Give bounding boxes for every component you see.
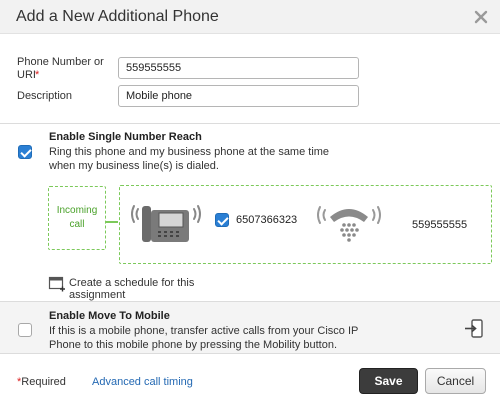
business-number: 6507366323 bbox=[236, 214, 298, 226]
single-number-reach-description-line2: when my business line(s) is dialed. bbox=[49, 160, 219, 172]
required-marker: * bbox=[35, 69, 40, 81]
phone-number-input[interactable] bbox=[118, 57, 359, 79]
single-number-reach-title: Enable Single Number Reach bbox=[49, 131, 202, 143]
single-number-reach-description-line1: Ring this phone and my business phone at… bbox=[49, 146, 330, 158]
description-label: Description bbox=[17, 90, 73, 102]
ringing-phone-icon bbox=[317, 206, 381, 242]
dialog-title: Add a New Additional Phone bbox=[16, 8, 219, 25]
required-note: *Required bbox=[17, 376, 66, 388]
move-to-mobile-description-line2: Phone to this mobile phone by pressing t… bbox=[49, 339, 338, 351]
phone-form: Phone Number or URI * Description bbox=[0, 34, 500, 123]
save-button[interactable]: Save bbox=[359, 368, 418, 394]
business-line-checkbox[interactable] bbox=[215, 213, 229, 227]
phone-number-label: Phone Number or URI bbox=[17, 56, 104, 81]
dialog-header: Add a New Additional Phone bbox=[0, 0, 500, 34]
description-input[interactable] bbox=[118, 85, 359, 107]
move-to-mobile-description-line1: If this is a mobile phone, transfer acti… bbox=[49, 325, 359, 337]
move-to-mobile-title: Enable Move To Mobile bbox=[49, 310, 170, 322]
create-schedule-link[interactable]: Create a schedule for this assignment bbox=[48, 275, 248, 301]
section-divider bbox=[0, 123, 500, 124]
incoming-call-label: Incoming call bbox=[56, 204, 98, 230]
create-schedule-label: Create a schedule for this assignment bbox=[69, 277, 195, 301]
close-button[interactable] bbox=[470, 6, 492, 28]
move-to-mobile-section: Enable Move To Mobile If this is a mobil… bbox=[0, 301, 500, 354]
advanced-call-timing-link[interactable]: Advanced call timing bbox=[92, 376, 193, 388]
call-flow-connector bbox=[106, 221, 118, 223]
calendar-add-icon bbox=[48, 276, 65, 292]
desk-phone-icon bbox=[131, 205, 201, 242]
close-icon bbox=[474, 10, 488, 24]
move-to-mobile-icon bbox=[465, 319, 483, 338]
cancel-button[interactable]: Cancel bbox=[425, 368, 486, 394]
single-number-reach-checkbox[interactable] bbox=[18, 145, 32, 159]
move-to-mobile-checkbox[interactable] bbox=[18, 323, 32, 337]
mobile-number: 559555555 bbox=[412, 219, 468, 231]
